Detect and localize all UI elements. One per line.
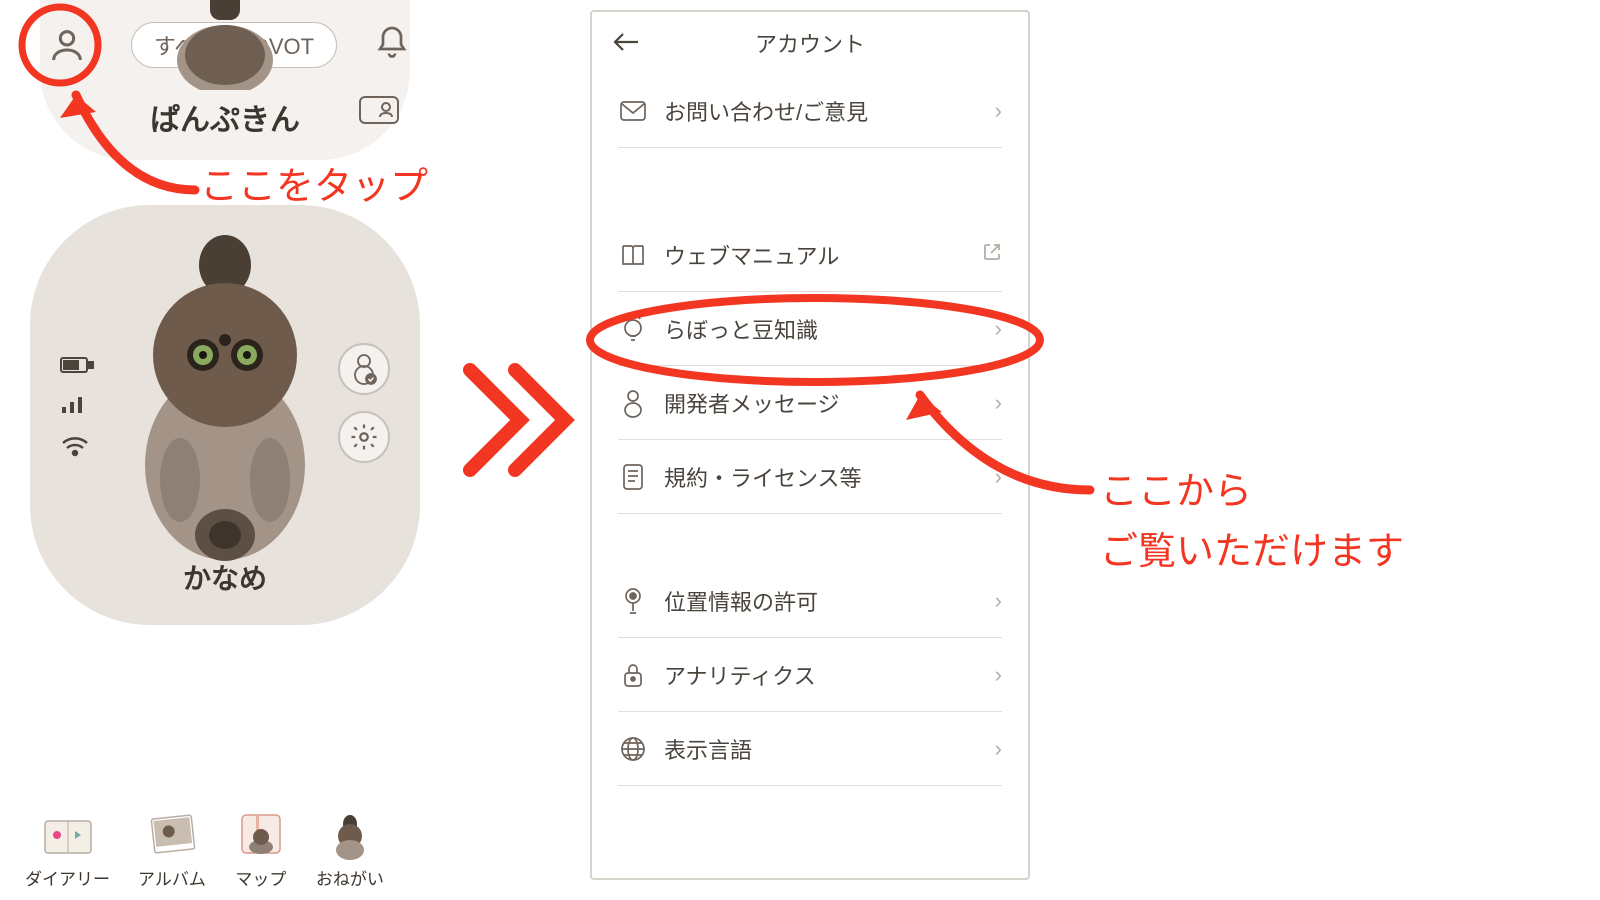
terms-icon bbox=[621, 463, 645, 491]
chevron-right-icon: › bbox=[995, 736, 1002, 762]
menu-label: 開発者メッセージ bbox=[664, 387, 979, 419]
menu-manual[interactable]: ウェブマニュアル bbox=[618, 218, 1002, 292]
bottom-nav: ダイアリー アルバム マップ おねがい bbox=[25, 807, 384, 890]
annotation-tap-here: ここをタップ bbox=[200, 155, 428, 210]
account-menu: お問い合わせ/ご意見 › ウェブマニュアル らぼっと豆知識 › 開発者メッセージ… bbox=[592, 74, 1028, 786]
chevron-right-icon: › bbox=[995, 98, 1002, 124]
chevron-right-icon: › bbox=[995, 390, 1002, 416]
nav-map[interactable]: マップ bbox=[234, 807, 288, 890]
profile-button[interactable] bbox=[40, 18, 94, 72]
arrow-left-icon bbox=[612, 30, 640, 54]
annotation-view-line2: ご覧いただけます bbox=[1100, 520, 1404, 575]
menu-terms[interactable]: 規約・ライセンス等 › bbox=[618, 440, 1002, 514]
nav-label: ダイアリー bbox=[25, 865, 110, 890]
menu-label: 位置情報の許可 bbox=[664, 585, 979, 617]
notification-button[interactable] bbox=[374, 25, 410, 66]
id-card-button[interactable] bbox=[358, 95, 400, 125]
chevron-right-icon: › bbox=[995, 588, 1002, 614]
request-icon bbox=[327, 808, 373, 860]
menu-location[interactable]: 位置情報の許可 › bbox=[618, 564, 1002, 638]
settings-button[interactable] bbox=[338, 411, 390, 463]
external-link-icon bbox=[982, 242, 1002, 268]
nav-label: アルバム bbox=[138, 865, 206, 890]
signal-icon bbox=[60, 395, 88, 415]
health-button[interactable] bbox=[338, 343, 390, 395]
menu-inquiry[interactable]: お問い合わせ/ご意見 › bbox=[618, 74, 1002, 148]
dev-icon bbox=[621, 388, 645, 418]
robot-check-icon bbox=[351, 353, 377, 385]
menu-label: らぼっと豆知識 bbox=[664, 313, 979, 345]
chevron-right-icon: › bbox=[995, 316, 1002, 342]
album-icon bbox=[145, 809, 199, 859]
menu-label: 規約・ライセンス等 bbox=[664, 461, 979, 493]
robot-name-card: かなめ bbox=[30, 557, 420, 597]
diary-icon bbox=[41, 811, 95, 857]
battery-icon bbox=[60, 355, 94, 375]
globe-icon bbox=[620, 736, 646, 762]
nav-diary[interactable]: ダイアリー bbox=[25, 807, 110, 890]
robot-illustration bbox=[115, 235, 335, 565]
back-button[interactable] bbox=[612, 30, 640, 59]
nav-album[interactable]: アルバム bbox=[138, 807, 206, 890]
book-icon bbox=[620, 242, 646, 268]
menu-label: ウェブマニュアル bbox=[664, 239, 966, 271]
gear-icon bbox=[349, 422, 379, 452]
nav-request[interactable]: おねがい bbox=[316, 807, 384, 890]
menu-developer[interactable]: 開発者メッセージ › bbox=[618, 366, 1002, 440]
bulb-icon bbox=[621, 314, 645, 344]
account-header: アカウント bbox=[592, 12, 1028, 74]
nav-label: マップ bbox=[235, 865, 286, 890]
menu-trivia[interactable]: らぼっと豆知識 › bbox=[618, 292, 1002, 366]
person-icon bbox=[47, 25, 87, 65]
chevron-right-icon: › bbox=[995, 464, 1002, 490]
menu-label: アナリティクス bbox=[664, 659, 979, 691]
wifi-icon bbox=[60, 435, 90, 457]
id-card-icon bbox=[358, 95, 400, 125]
chevron-right-icon: › bbox=[995, 662, 1002, 688]
annotation-view-line1: ここから bbox=[1100, 460, 1252, 515]
menu-label: 表示言語 bbox=[664, 733, 979, 765]
map-icon bbox=[236, 809, 286, 859]
status-icons bbox=[60, 355, 94, 457]
mail-icon bbox=[619, 100, 647, 122]
menu-label: お問い合わせ/ご意見 bbox=[664, 95, 979, 127]
account-title: アカウント bbox=[755, 27, 865, 59]
bell-icon bbox=[374, 25, 410, 61]
account-screen: アカウント お問い合わせ/ご意見 › ウェブマニュアル らぼっと豆知識 › 開発… bbox=[590, 10, 1030, 880]
home-screen: すべてのLOVOT ぱんぷきん bbox=[10, 0, 440, 900]
location-icon bbox=[621, 586, 645, 616]
nav-label: おねがい bbox=[316, 865, 384, 890]
menu-analytics[interactable]: アナリティクス › bbox=[618, 638, 1002, 712]
menu-language[interactable]: 表示言語 › bbox=[618, 712, 1002, 786]
lock-icon bbox=[621, 661, 645, 689]
robot-card: かなめ bbox=[30, 205, 420, 625]
robot-peek-icon bbox=[160, 0, 290, 90]
